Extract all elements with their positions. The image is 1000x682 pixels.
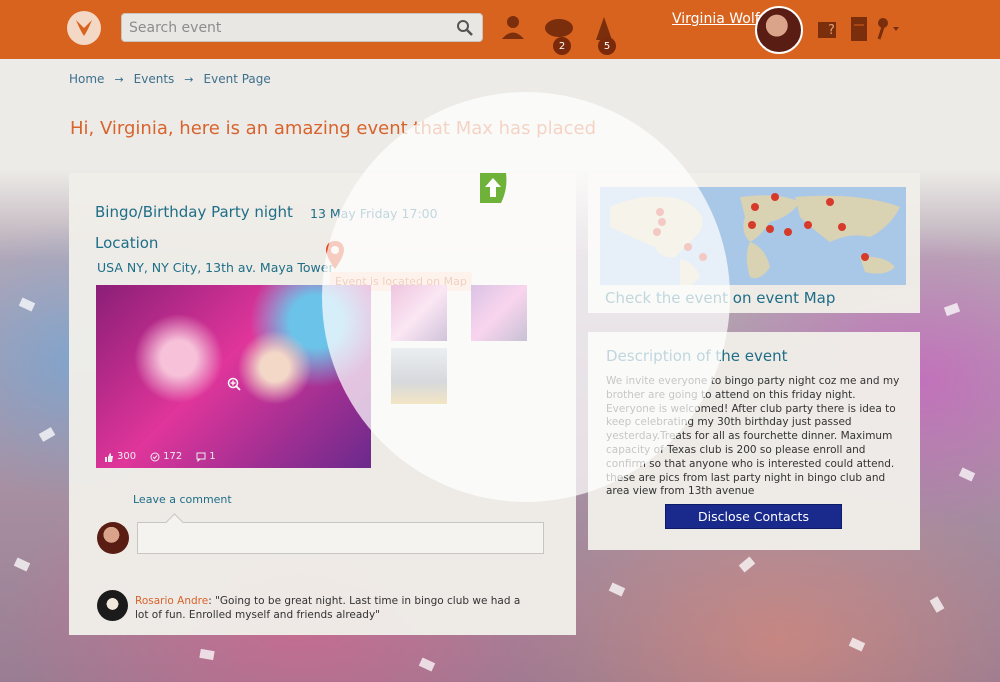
settings-key-icon[interactable] bbox=[875, 17, 901, 41]
description-panel: Description of the event We invite every… bbox=[588, 332, 920, 550]
photo-stats: 300 172 1 bbox=[104, 451, 216, 462]
app-logo[interactable] bbox=[67, 11, 101, 45]
event-card: Bingo/Birthday Party night 13 May Friday… bbox=[69, 173, 576, 635]
location-label: Location bbox=[95, 234, 159, 252]
breadcrumb-events[interactable]: Events bbox=[134, 72, 175, 86]
map-panel: Check the event on event Map bbox=[588, 173, 920, 313]
comments-count: 1 bbox=[209, 451, 216, 462]
svg-text:?: ? bbox=[828, 23, 835, 38]
leave-comment-link[interactable]: Leave a comment bbox=[133, 493, 232, 506]
logo-icon bbox=[76, 20, 92, 36]
event-date: 13 May Friday 17:00 bbox=[310, 206, 438, 221]
breadcrumb-home[interactable]: Home bbox=[69, 72, 104, 86]
help-icon[interactable]: ? bbox=[818, 18, 838, 40]
world-map-graphic bbox=[600, 187, 906, 285]
breadcrumb-separator: → bbox=[114, 72, 124, 86]
event-main-photo[interactable]: 300 172 1 bbox=[96, 285, 371, 468]
like-icon bbox=[105, 452, 113, 462]
reply-author-avatar[interactable] bbox=[97, 590, 128, 621]
zoom-icon[interactable] bbox=[227, 377, 241, 391]
comments-stat[interactable]: 1 bbox=[196, 451, 216, 462]
location-value[interactable]: USA NY, NY City, 13th av. Maya Tower bbox=[97, 260, 334, 275]
event-map-link[interactable]: Check the event on event Map bbox=[605, 289, 835, 307]
reply-author-name[interactable]: Rosario Andre bbox=[135, 595, 208, 607]
views-count: 172 bbox=[163, 451, 183, 462]
comment-input[interactable] bbox=[137, 522, 544, 554]
breadcrumb-event-page[interactable]: Event Page bbox=[204, 72, 271, 86]
disclose-contacts-button[interactable]: Disclose Contacts bbox=[665, 504, 842, 529]
views-icon bbox=[150, 452, 160, 461]
username-link[interactable]: Virginia Wolf bbox=[672, 11, 760, 27]
description-text: We invite everyone to bingo party night … bbox=[606, 375, 900, 498]
event-thumbnail[interactable] bbox=[391, 285, 447, 341]
breadcrumb-separator: → bbox=[184, 72, 194, 86]
notifications-badge: 5 bbox=[598, 37, 616, 55]
search-bar bbox=[121, 13, 483, 42]
views-stat: 172 bbox=[150, 451, 182, 462]
breadcrumb: Home → Events → Event Page bbox=[69, 72, 271, 86]
search-input[interactable] bbox=[122, 14, 482, 41]
event-title: Bingo/Birthday Party night bbox=[95, 203, 293, 221]
comment-icon bbox=[196, 452, 206, 462]
likes-count: 300 bbox=[117, 451, 137, 462]
top-bar: 2 5 Virginia Wolf ? bbox=[0, 0, 1000, 59]
commenter-avatar bbox=[97, 522, 129, 554]
user-avatar[interactable] bbox=[755, 6, 803, 54]
document-icon[interactable] bbox=[851, 17, 867, 41]
reply-comment: Rosario Andre: "Going to be great night.… bbox=[135, 594, 535, 622]
profile-icon[interactable] bbox=[501, 14, 525, 40]
likes-stat[interactable]: 300 bbox=[104, 451, 136, 462]
search-icon[interactable] bbox=[456, 19, 474, 37]
map-pin-icon[interactable] bbox=[325, 240, 345, 270]
event-world-map[interactable] bbox=[600, 187, 906, 285]
event-thumbnail[interactable] bbox=[471, 285, 527, 341]
description-title: Description of the event bbox=[606, 347, 788, 365]
page-greeting: Hi, Virginia, here is an amazing event t… bbox=[70, 118, 597, 139]
event-thumbnail[interactable] bbox=[391, 348, 447, 404]
upload-arrow-icon[interactable] bbox=[477, 171, 509, 205]
messages-badge: 2 bbox=[553, 37, 571, 55]
